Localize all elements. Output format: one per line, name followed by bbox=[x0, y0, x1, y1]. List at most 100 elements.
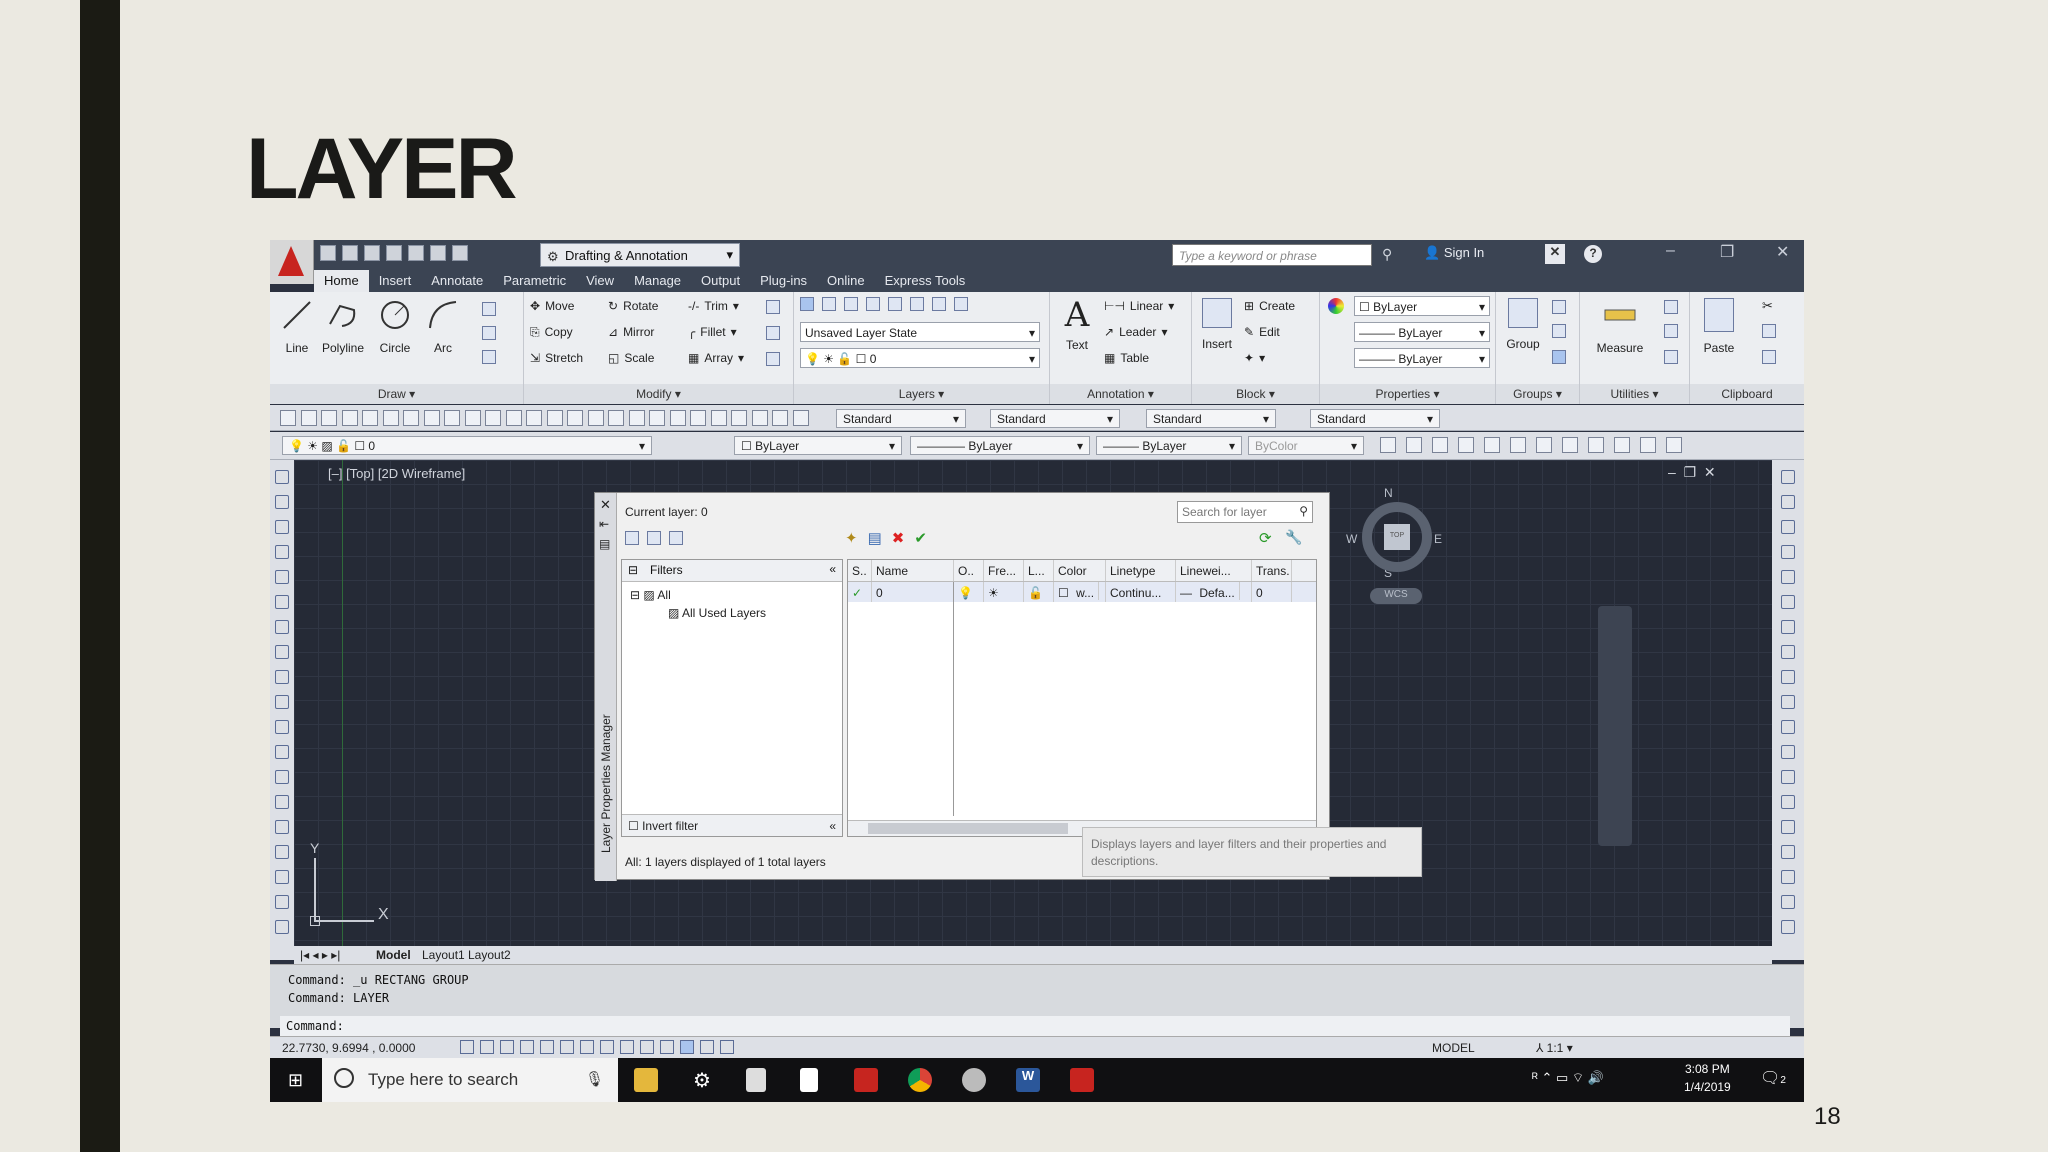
settings-icon[interactable]: 🔧 bbox=[1285, 529, 1302, 546]
color-cell[interactable]: ☐ w... bbox=[1054, 582, 1106, 602]
drafting-toggle-icon[interactable] bbox=[460, 1040, 474, 1054]
viewport-controls[interactable]: [–] [Top] [2D Wireframe] bbox=[328, 466, 465, 481]
freeze-sun-icon[interactable]: ☀ bbox=[984, 582, 1024, 602]
toolbar-icon[interactable] bbox=[751, 410, 768, 426]
new-icon[interactable] bbox=[320, 245, 336, 261]
tab-parametric[interactable]: Parametric bbox=[493, 270, 576, 292]
tab-express-tools[interactable]: Express Tools bbox=[875, 270, 976, 292]
move-tool[interactable]: ✥ Move bbox=[530, 296, 574, 316]
draw-tool-icon[interactable] bbox=[275, 495, 289, 509]
copy-tool[interactable]: ⎘ Copy bbox=[530, 322, 573, 342]
layer-previous-icon[interactable] bbox=[866, 297, 880, 311]
layer-states-manager-icon[interactable] bbox=[669, 531, 683, 545]
linetype-combo[interactable]: ——— ByLayer ▾ bbox=[1354, 322, 1490, 342]
modify-tool-icon[interactable] bbox=[1781, 745, 1795, 759]
chrome-icon[interactable] bbox=[908, 1068, 932, 1092]
column-header[interactable]: L... bbox=[1024, 560, 1054, 581]
draw-tool-icon[interactable] bbox=[275, 745, 289, 759]
style-selector[interactable]: Standard ▾ bbox=[1146, 409, 1276, 428]
column-header[interactable]: Linetype bbox=[1106, 560, 1176, 581]
leader-tool[interactable]: ↗ Leader ▾ bbox=[1104, 322, 1167, 342]
mirror-tool[interactable]: ⊿ Mirror bbox=[608, 322, 654, 342]
tree-item-all-used[interactable]: ▨ All Used Layers bbox=[668, 606, 766, 620]
toolbar-icon[interactable] bbox=[444, 410, 460, 426]
auto-hide-icon[interactable]: ⇤ bbox=[599, 517, 609, 531]
wcs-menu[interactable]: WCS bbox=[1370, 588, 1422, 604]
name-cell[interactable]: 0 bbox=[872, 582, 954, 602]
quick-select-icon[interactable] bbox=[1664, 300, 1678, 314]
modify-tool-icon[interactable] bbox=[1781, 545, 1795, 559]
toolbar-icon[interactable] bbox=[587, 410, 604, 426]
style-selector[interactable]: Standard ▾ bbox=[1310, 409, 1440, 428]
new-group-filter-icon[interactable] bbox=[647, 531, 661, 545]
dimension-toolbar-icon[interactable] bbox=[1640, 437, 1656, 453]
word-icon[interactable]: W bbox=[1016, 1068, 1040, 1092]
on-bulb-icon[interactable]: 💡 bbox=[954, 582, 984, 602]
drafting-toggle-icon[interactable] bbox=[520, 1040, 534, 1054]
modify-tool-icon[interactable] bbox=[1781, 795, 1795, 809]
toolbar-icon[interactable] bbox=[772, 410, 788, 426]
draw-tool-icon[interactable] bbox=[275, 620, 289, 634]
draw-tool-icon[interactable] bbox=[275, 570, 289, 584]
polyline-tool[interactable]: Polyline bbox=[320, 298, 366, 355]
region-icon[interactable] bbox=[482, 350, 496, 364]
column-header[interactable]: Name bbox=[872, 560, 954, 581]
scale-tool[interactable]: ◱ Scale bbox=[608, 348, 654, 368]
plot-icon[interactable] bbox=[408, 245, 424, 261]
model-space-button[interactable]: MODEL bbox=[1432, 1041, 1475, 1055]
arc-tool[interactable]: Arc bbox=[420, 298, 466, 355]
new-layer-vp-frozen-icon[interactable]: ▤ bbox=[868, 529, 882, 547]
column-header[interactable]: Linewei... bbox=[1176, 560, 1252, 581]
drafting-toggle-icon[interactable] bbox=[640, 1040, 654, 1054]
toolbar-icon[interactable] bbox=[628, 410, 645, 426]
sign-in-button[interactable]: 👤 Sign In bbox=[1424, 245, 1484, 261]
transparency-cell[interactable]: 0 bbox=[1252, 582, 1292, 602]
clock[interactable]: 3:08 PM 1/4/2019 bbox=[1684, 1062, 1731, 1094]
draw-tool-icon[interactable] bbox=[275, 770, 289, 784]
paste-tool[interactable]: Paste bbox=[1696, 298, 1742, 355]
help-icon[interactable]: ? bbox=[1584, 245, 1602, 263]
new-layer-icon[interactable]: ✦ bbox=[845, 529, 858, 547]
modify-tool-icon[interactable] bbox=[1781, 570, 1795, 584]
properties-panel-label[interactable]: Properties ▾ bbox=[1320, 384, 1495, 404]
download-app-icon[interactable] bbox=[854, 1068, 878, 1092]
match-properties-icon[interactable] bbox=[1328, 298, 1344, 314]
block-panel-label[interactable]: Block ▾ bbox=[1192, 384, 1319, 404]
microphone-icon[interactable]: 🎙 bbox=[585, 1070, 604, 1088]
tree-item-all[interactable]: ⊟ ▨ All bbox=[630, 588, 671, 602]
redo-icon[interactable] bbox=[452, 245, 468, 261]
calculator-app-icon[interactable] bbox=[746, 1068, 766, 1092]
dimension-toolbar-icon[interactable] bbox=[1380, 437, 1396, 453]
autocad-logo-icon[interactable] bbox=[270, 240, 314, 284]
draw-panel-label[interactable]: Draw ▾ bbox=[270, 384, 523, 404]
rotate-tool[interactable]: ↻ Rotate bbox=[608, 296, 658, 316]
layer-unisolate-icon[interactable] bbox=[910, 297, 924, 311]
tab-plug-ins[interactable]: Plug-ins bbox=[750, 270, 817, 292]
notepad-icon[interactable] bbox=[800, 1068, 818, 1092]
invert-filter-checkbox[interactable]: ☐ Invert filter « bbox=[622, 814, 842, 836]
settings-gear-icon[interactable]: ⚙ bbox=[690, 1068, 714, 1092]
draw-tool-icon[interactable] bbox=[275, 695, 289, 709]
autocad-taskbar-icon[interactable] bbox=[1070, 1068, 1094, 1092]
properties-icon[interactable]: ▤ bbox=[599, 537, 610, 551]
plotstyle-combo[interactable]: ByColor ▾ bbox=[1248, 436, 1364, 455]
dimension-toolbar-icon[interactable] bbox=[1484, 437, 1500, 453]
stretch-tool[interactable]: ⇲ Stretch bbox=[530, 348, 583, 368]
layer-properties-icon[interactable] bbox=[800, 297, 814, 311]
clipboard-panel-label[interactable]: Clipboard bbox=[1690, 384, 1804, 404]
table-tool[interactable]: ▦ Table bbox=[1104, 348, 1149, 368]
toolbar-icon[interactable] bbox=[649, 410, 665, 426]
viewport-window-controls[interactable]: – ❐ ✕ bbox=[1668, 464, 1716, 481]
tab-model[interactable]: Model bbox=[376, 948, 411, 962]
tab-online[interactable]: Online bbox=[817, 270, 875, 292]
toolbar-icon[interactable] bbox=[731, 410, 747, 426]
draw-tool-icon[interactable] bbox=[275, 795, 289, 809]
drafting-toggle-icon[interactable] bbox=[600, 1040, 614, 1054]
modify-tool-icon[interactable] bbox=[1781, 470, 1795, 484]
dimension-toolbar-icon[interactable] bbox=[1666, 437, 1682, 453]
create-block-tool[interactable]: ⊞ Create bbox=[1244, 296, 1295, 316]
style-selector[interactable]: Standard ▾ bbox=[836, 409, 966, 428]
draw-tool-icon[interactable] bbox=[275, 545, 289, 559]
layer-combo-classic[interactable]: 💡 ☀ ▨ 🔓 ☐ 0 ▾ bbox=[282, 436, 652, 455]
viewcube-top[interactable]: TOP bbox=[1384, 524, 1410, 550]
